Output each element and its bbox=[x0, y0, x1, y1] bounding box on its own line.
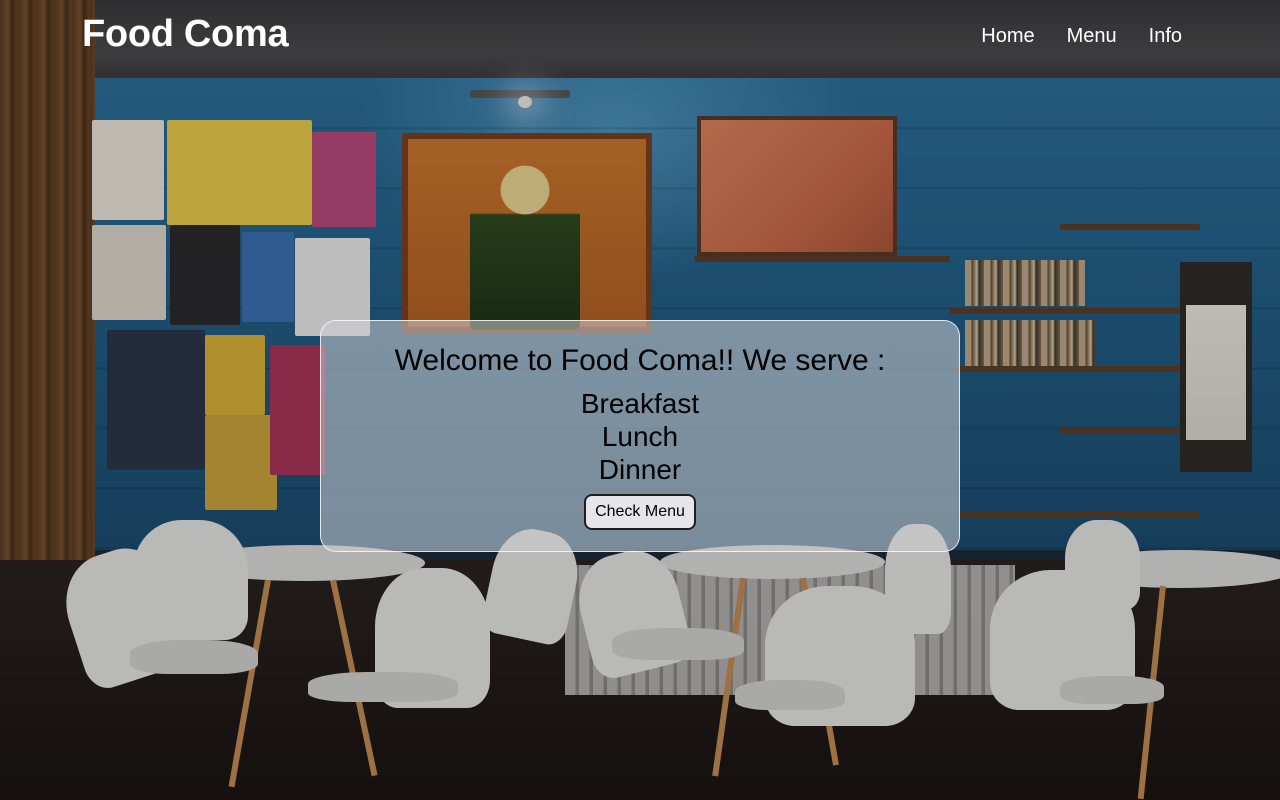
meal-list: Breakfast Lunch Dinner bbox=[321, 387, 959, 486]
nav-link-menu[interactable]: Menu bbox=[1067, 22, 1117, 50]
meal-item-lunch: Lunch bbox=[601, 421, 679, 452]
site-header: Food Coma Home Menu Info bbox=[0, 0, 1280, 70]
check-menu-button[interactable]: Check Menu bbox=[584, 494, 696, 530]
nav-link-info[interactable]: Info bbox=[1149, 22, 1182, 50]
meal-item-breakfast: Breakfast bbox=[580, 388, 700, 419]
site-logo[interactable]: Food Coma bbox=[82, 10, 289, 58]
welcome-card: Welcome to Food Coma!! We serve : Breakf… bbox=[320, 320, 960, 552]
main-nav: Home Menu Info bbox=[981, 22, 1182, 50]
meal-item-dinner: Dinner bbox=[598, 454, 682, 485]
welcome-title: Welcome to Food Coma!! We serve : bbox=[394, 344, 886, 377]
nav-link-home[interactable]: Home bbox=[981, 22, 1034, 50]
